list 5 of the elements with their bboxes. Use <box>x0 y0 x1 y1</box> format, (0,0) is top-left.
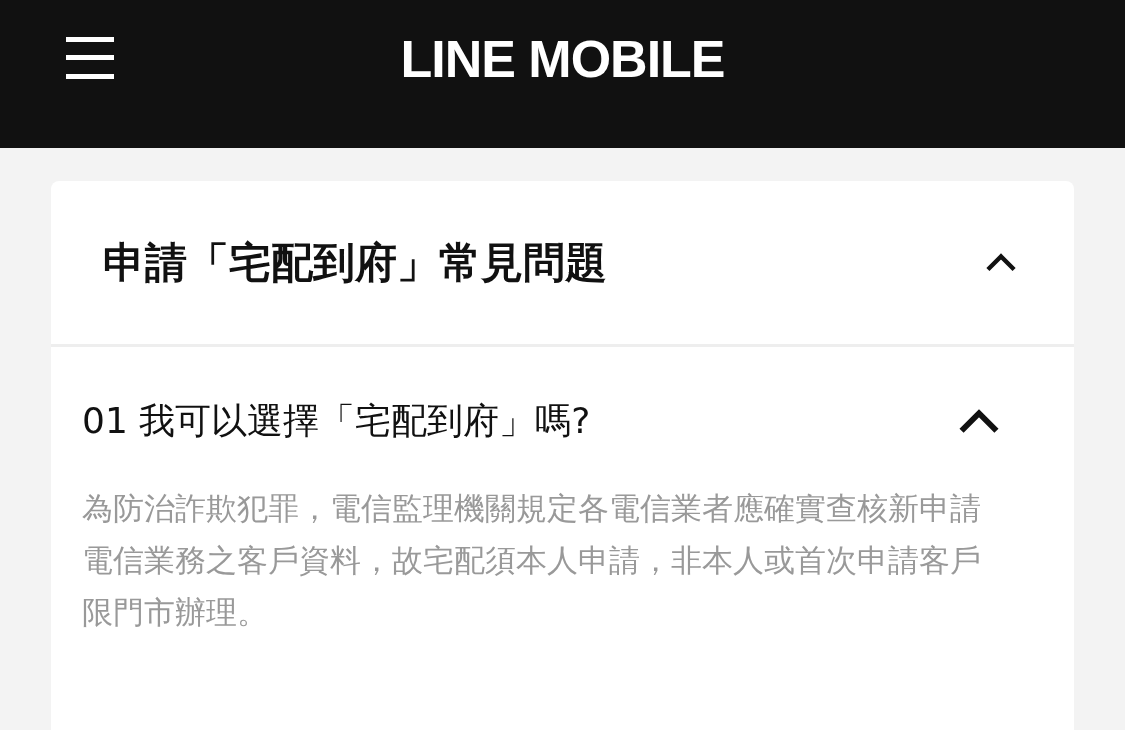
answer-text: 為防治詐欺犯罪，電信監理機關規定各電信業者應確實查核新申請電信業務之客戶資料，故宅配須本人申請，非本人或首次申請客戶限門市辦理。 <box>82 489 982 632</box>
menu-icon[interactable] <box>66 37 114 79</box>
question[interactable]: 01 我可以選擇「宅配到府」嗎? <box>82 397 591 446</box>
section-title[interactable]: 申請「宅配到府」常見問題 <box>103 234 607 291</box>
logo[interactable]: LINE MOBILE <box>400 29 725 89</box>
